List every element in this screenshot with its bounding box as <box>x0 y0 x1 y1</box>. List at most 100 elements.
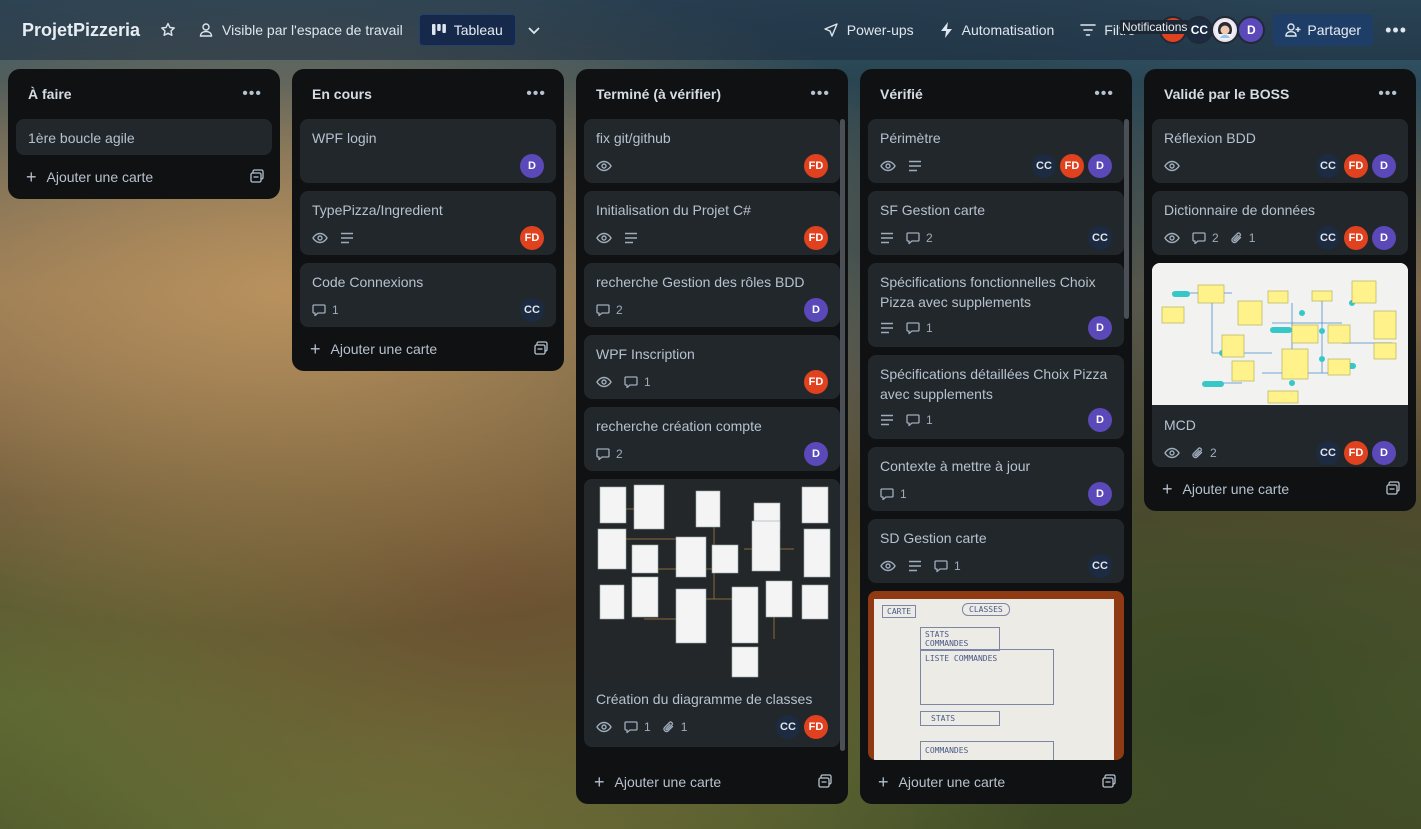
more-icon[interactable]: ••• <box>242 85 262 103</box>
more-icon[interactable]: ••• <box>1094 85 1114 103</box>
card[interactable]: WPF Inscription 1 FD <box>584 335 840 399</box>
description-icon <box>908 560 922 572</box>
card[interactable]: recherche création compte 2 D <box>584 407 840 471</box>
member-avatar[interactable]: D <box>804 442 828 466</box>
avatar[interactable]: D <box>1237 16 1266 44</box>
card-title: SF Gestion carte <box>880 202 986 218</box>
member-avatar[interactable]: D <box>1372 226 1396 250</box>
list-header: Terminé (à vérifier) ••• <box>584 69 840 119</box>
sketch-label: CLASSES <box>962 603 1010 616</box>
member-avatar[interactable]: CC <box>1316 441 1340 465</box>
add-card-button[interactable]: + Ajouter une carte <box>1152 467 1408 511</box>
member-avatar[interactable]: D <box>1088 316 1112 340</box>
member-avatar[interactable]: D <box>520 154 544 178</box>
star-icon[interactable] <box>160 22 176 38</box>
template-icon[interactable] <box>1386 480 1400 498</box>
card[interactable]: recherche Gestion des rôles BDD 2 D <box>584 263 840 327</box>
card[interactable]: Code Connexions 1 CC <box>300 263 556 327</box>
scrollbar[interactable] <box>840 119 845 751</box>
add-card-button[interactable]: + Ajouter une carte <box>584 760 840 804</box>
member-avatar[interactable]: CC <box>1032 154 1056 178</box>
avatar-photo[interactable] <box>1211 16 1240 44</box>
chevron-down-icon[interactable] <box>526 22 542 38</box>
comment-badge: 2 <box>1192 231 1219 245</box>
member-avatar[interactable]: FD <box>804 715 828 739</box>
list-title[interactable]: Terminé (à vérifier) <box>596 86 721 102</box>
card-title: recherche Gestion des rôles BDD <box>596 274 805 290</box>
description-icon <box>908 160 922 172</box>
more-icon[interactable]: ••• <box>526 85 546 103</box>
board-icon <box>431 24 446 36</box>
sketch-label: COMMANDES <box>920 741 1054 760</box>
template-icon[interactable] <box>250 168 264 186</box>
card[interactable]: Réflexion BDD CC FD D <box>1152 119 1408 183</box>
board-view-button[interactable]: Tableau <box>418 14 516 46</box>
card[interactable]: Spécifications détaillées Choix Pizza av… <box>868 355 1124 439</box>
member-avatar[interactable]: D <box>1372 441 1396 465</box>
card[interactable]: SF Gestion carte 2 CC <box>868 191 1124 255</box>
member-avatar[interactable]: CC <box>1088 554 1112 578</box>
template-icon[interactable] <box>1102 773 1116 791</box>
eye-icon <box>596 158 612 174</box>
member-avatar[interactable]: CC <box>1316 226 1340 250</box>
automation-button[interactable]: Automatisation <box>940 22 1054 38</box>
comment-count: 2 <box>616 447 623 461</box>
list-title[interactable]: Validé par le BOSS <box>1164 86 1289 102</box>
card[interactable]: TypePizza/Ingredient FD <box>300 191 556 255</box>
member-avatar[interactable]: FD <box>804 154 828 178</box>
card[interactable]: Périmètre CC FD D <box>868 119 1124 183</box>
list-title[interactable]: En cours <box>312 86 372 102</box>
card[interactable]: SD Gestion carte 1 CC <box>868 519 1124 583</box>
board-title[interactable]: ProjetPizzeria <box>22 20 140 41</box>
member-avatar[interactable]: D <box>1088 154 1112 178</box>
list-title[interactable]: Vérifié <box>880 86 923 102</box>
card[interactable]: fix git/github FD <box>584 119 840 183</box>
card[interactable]: Initialisation du Projet C# FD <box>584 191 840 255</box>
more-icon[interactable]: ••• <box>810 85 830 103</box>
board-header: ProjetPizzeria Visible par l'espace de t… <box>0 0 1421 60</box>
comment-count: 2 <box>616 303 623 317</box>
avatar[interactable]: CC <box>1185 16 1214 44</box>
more-icon[interactable]: ••• <box>1385 20 1407 41</box>
visibility-label: Visible par l'espace de travail <box>222 22 403 38</box>
member-avatar[interactable]: FD <box>1344 226 1368 250</box>
description-icon <box>880 322 894 334</box>
attachment-count: 1 <box>680 720 688 734</box>
scrollbar[interactable] <box>1124 119 1129 319</box>
add-card-button[interactable]: + Ajouter une carte <box>868 760 1124 804</box>
member-avatar[interactable]: CC <box>1088 226 1112 250</box>
powerups-button[interactable]: Power-ups <box>823 22 914 38</box>
add-card-button[interactable]: + Ajouter une carte <box>16 155 272 199</box>
board-members[interactable]: Notifications FD CC D <box>1120 16 1266 44</box>
card[interactable]: MCD 2 CC FD D <box>1152 263 1408 467</box>
more-icon[interactable]: ••• <box>1378 85 1398 103</box>
comment-badge: 1 <box>906 321 933 335</box>
member-avatar[interactable]: D <box>1372 154 1396 178</box>
visibility-button[interactable]: Visible par l'espace de travail <box>198 22 403 38</box>
list-title[interactable]: À faire <box>28 86 72 102</box>
member-avatar[interactable]: D <box>804 298 828 322</box>
member-avatar[interactable]: D <box>1088 408 1112 432</box>
member-avatar[interactable]: FD <box>1344 441 1368 465</box>
eye-icon <box>1164 230 1180 246</box>
member-avatar[interactable]: FD <box>1060 154 1084 178</box>
card[interactable]: CARTE CLASSES STATS COMMANDES LISTE COMM… <box>868 591 1124 760</box>
member-avatar[interactable]: FD <box>520 226 544 250</box>
member-avatar[interactable]: D <box>1088 482 1112 506</box>
card[interactable]: Création du diagramme de classes 1 1 CC … <box>584 479 840 747</box>
add-card-button[interactable]: + Ajouter une carte <box>300 327 556 371</box>
card[interactable]: 1ère boucle agile <box>16 119 272 155</box>
card[interactable]: Contexte à mettre à jour 1 D <box>868 447 1124 511</box>
card[interactable]: Spécifications fonctionnelles Choix Pizz… <box>868 263 1124 347</box>
template-icon[interactable] <box>534 340 548 358</box>
member-avatar[interactable]: CC <box>1316 154 1340 178</box>
card[interactable]: Dictionnaire de données 2 1 CC FD D <box>1152 191 1408 255</box>
template-icon[interactable] <box>818 773 832 791</box>
card[interactable]: WPF login D <box>300 119 556 183</box>
member-avatar[interactable]: CC <box>776 715 800 739</box>
member-avatar[interactable]: FD <box>804 226 828 250</box>
member-avatar[interactable]: FD <box>804 370 828 394</box>
member-avatar[interactable]: FD <box>1344 154 1368 178</box>
member-avatar[interactable]: CC <box>520 298 544 322</box>
share-button[interactable]: Partager <box>1273 14 1374 46</box>
